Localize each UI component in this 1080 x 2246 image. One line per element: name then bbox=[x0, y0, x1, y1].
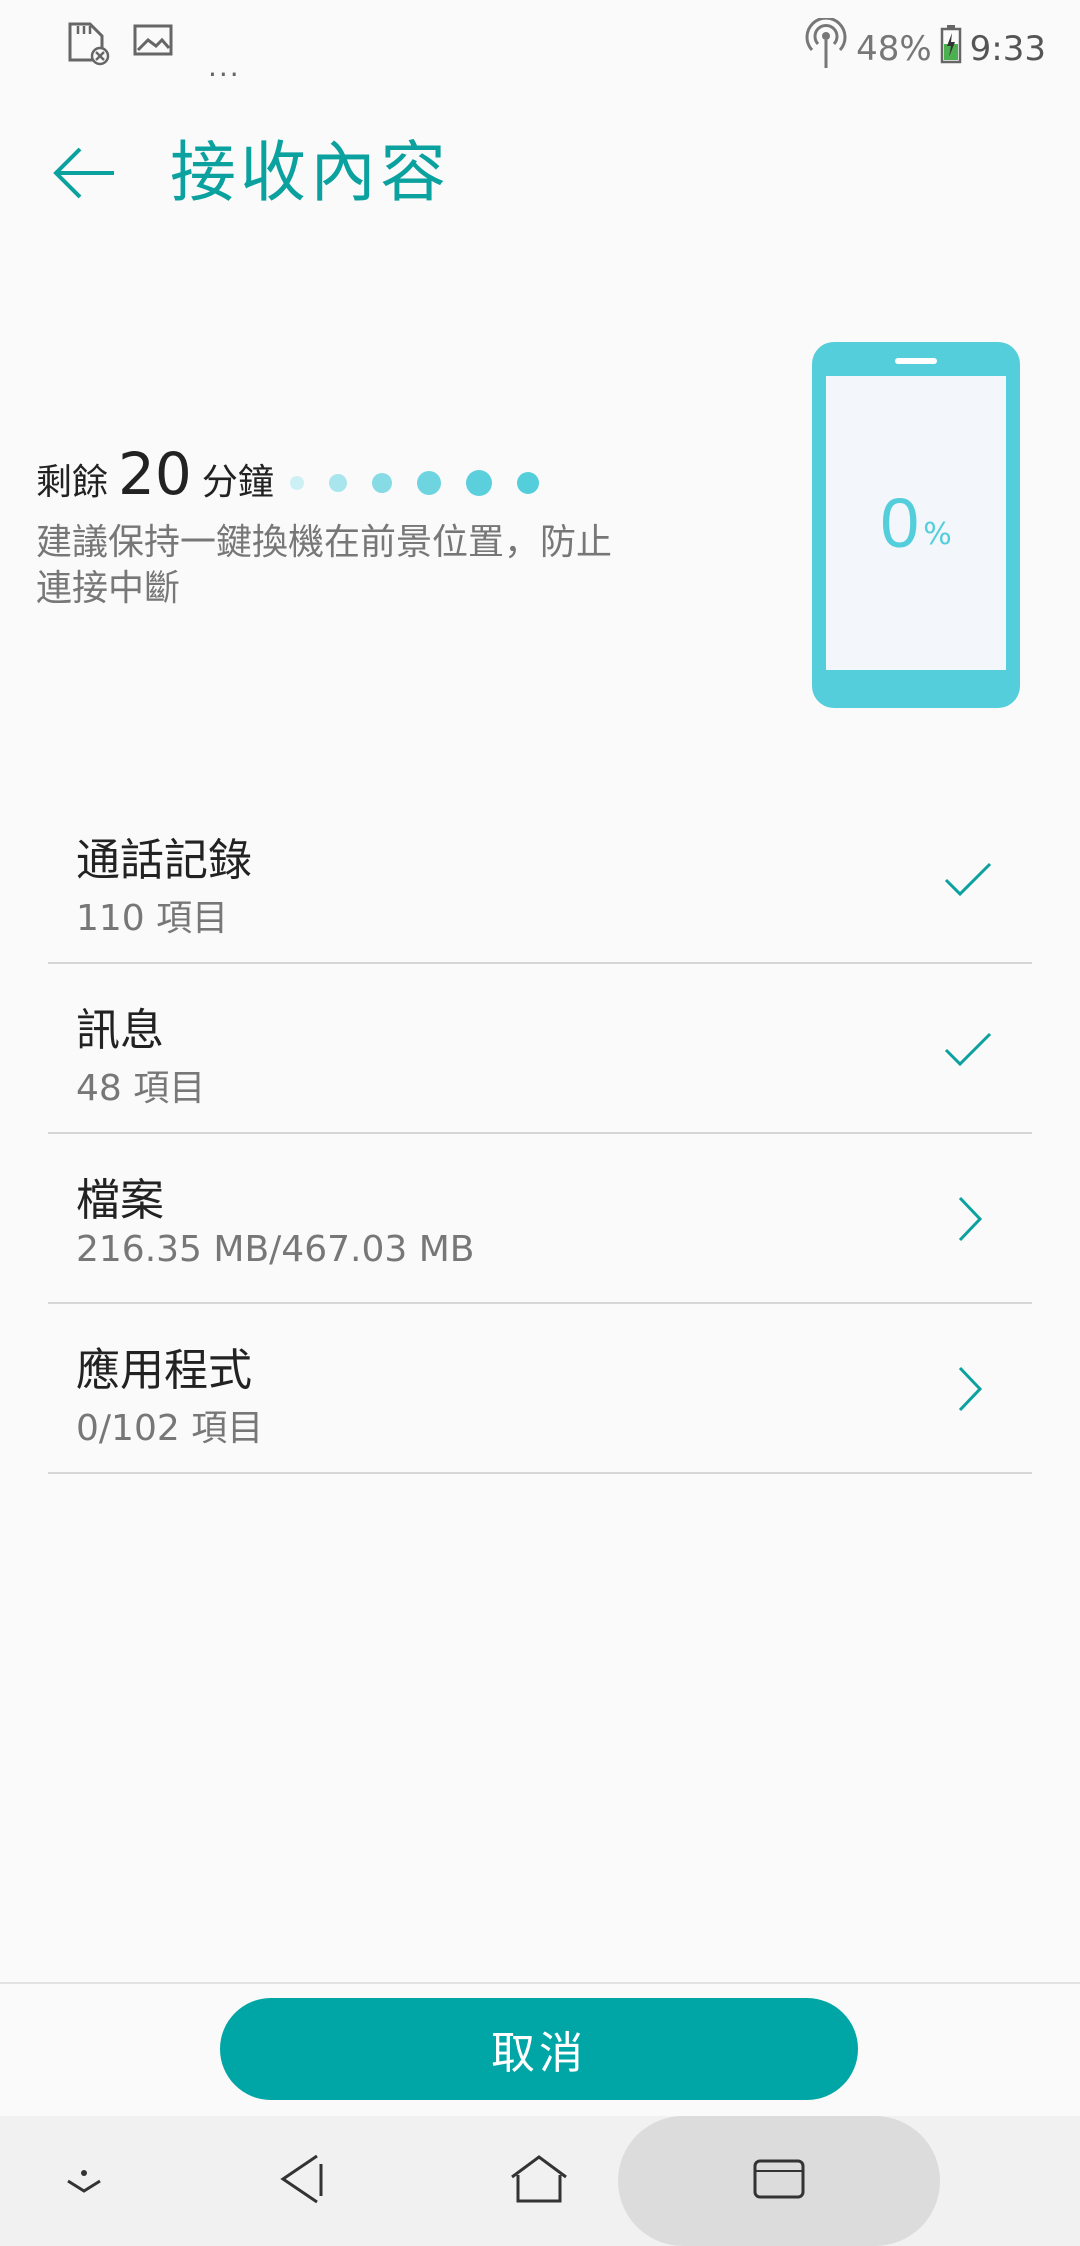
recents-nav-button[interactable] bbox=[734, 2116, 824, 2246]
chevron-right-icon bbox=[932, 1354, 1002, 1424]
list-item-messages[interactable]: 訊息 48 項目 bbox=[48, 964, 1032, 1134]
progress-dot bbox=[417, 471, 441, 495]
item-subtitle: 216.35 MB/467.03 MB bbox=[76, 1229, 475, 1270]
battery-percent: 48% bbox=[856, 28, 932, 69]
clock: 9:33 bbox=[969, 28, 1046, 69]
remaining-prefix: 剩餘 bbox=[36, 462, 109, 503]
check-icon bbox=[932, 1014, 1002, 1084]
check-icon bbox=[932, 844, 1002, 914]
item-title: 應用程式 bbox=[76, 1345, 252, 1396]
item-title: 檔案 bbox=[76, 1175, 164, 1226]
image-icon bbox=[132, 20, 174, 64]
phone-speaker bbox=[895, 358, 937, 364]
progress-dot bbox=[466, 470, 492, 496]
back-arrow-icon bbox=[52, 145, 118, 205]
received-items-list: 通話記錄 110 項目 訊息 48 項目 檔案 216.35 MB/467.03… bbox=[48, 794, 1032, 1474]
hotspot-icon bbox=[804, 16, 848, 79]
progress-dot bbox=[290, 476, 304, 490]
time-remaining: 剩餘 20 分鐘 bbox=[36, 440, 274, 508]
phone-screen: 0 % bbox=[826, 376, 1006, 670]
list-item-call-log[interactable]: 通話記錄 110 項目 bbox=[48, 794, 1032, 964]
back-button[interactable] bbox=[40, 130, 130, 220]
transfer-progress-value: 0 bbox=[880, 484, 920, 562]
home-nav-button[interactable] bbox=[494, 2116, 584, 2246]
keep-foreground-hint: 建議保持一鍵換機在前景位置，防止連接中斷 bbox=[36, 522, 613, 609]
phone-illustration: 0 % bbox=[812, 342, 1020, 708]
more-notifications-indicator: ... bbox=[208, 50, 241, 83]
transfer-progress-unit: % bbox=[923, 516, 952, 552]
list-item-apps[interactable]: 應用程式 0/102 項目 bbox=[48, 1304, 1032, 1474]
navigation-bar bbox=[0, 2116, 1080, 2246]
list-item-files[interactable]: 檔案 216.35 MB/467.03 MB bbox=[48, 1134, 1032, 1304]
hide-nav-button[interactable] bbox=[44, 2116, 124, 2246]
chevron-right-icon bbox=[932, 1184, 1002, 1254]
remaining-value: 20 bbox=[118, 440, 192, 508]
item-title: 通話記錄 bbox=[76, 835, 252, 886]
cancel-button[interactable]: 取消 bbox=[220, 1998, 858, 2100]
home-nav-icon bbox=[508, 2153, 570, 2209]
back-nav-icon bbox=[277, 2152, 329, 2210]
remaining-unit: 分鐘 bbox=[201, 462, 274, 503]
progress-dot bbox=[372, 473, 392, 493]
sd-card-icon bbox=[64, 20, 110, 70]
item-title: 訊息 bbox=[76, 1005, 164, 1056]
item-subtitle: 0/102 項目 bbox=[76, 1408, 264, 1449]
item-subtitle: 110 項目 bbox=[76, 898, 229, 939]
item-subtitle: 48 項目 bbox=[76, 1068, 206, 1109]
status-bar: ... 48% 9:33 bbox=[0, 0, 1080, 90]
status-right: 48% 9:33 bbox=[804, 16, 1046, 79]
recents-nav-icon bbox=[751, 2157, 807, 2205]
back-nav-button[interactable] bbox=[258, 2116, 348, 2246]
progress-dots bbox=[290, 470, 564, 496]
battery-charging-icon bbox=[940, 24, 962, 73]
app-bar: 接收內容 bbox=[0, 110, 1080, 240]
hide-nav-icon bbox=[62, 2159, 106, 2203]
bottom-divider bbox=[0, 1982, 1080, 1984]
page-title: 接收內容 bbox=[170, 134, 450, 211]
progress-dot bbox=[329, 474, 347, 492]
progress-dot bbox=[517, 472, 539, 494]
